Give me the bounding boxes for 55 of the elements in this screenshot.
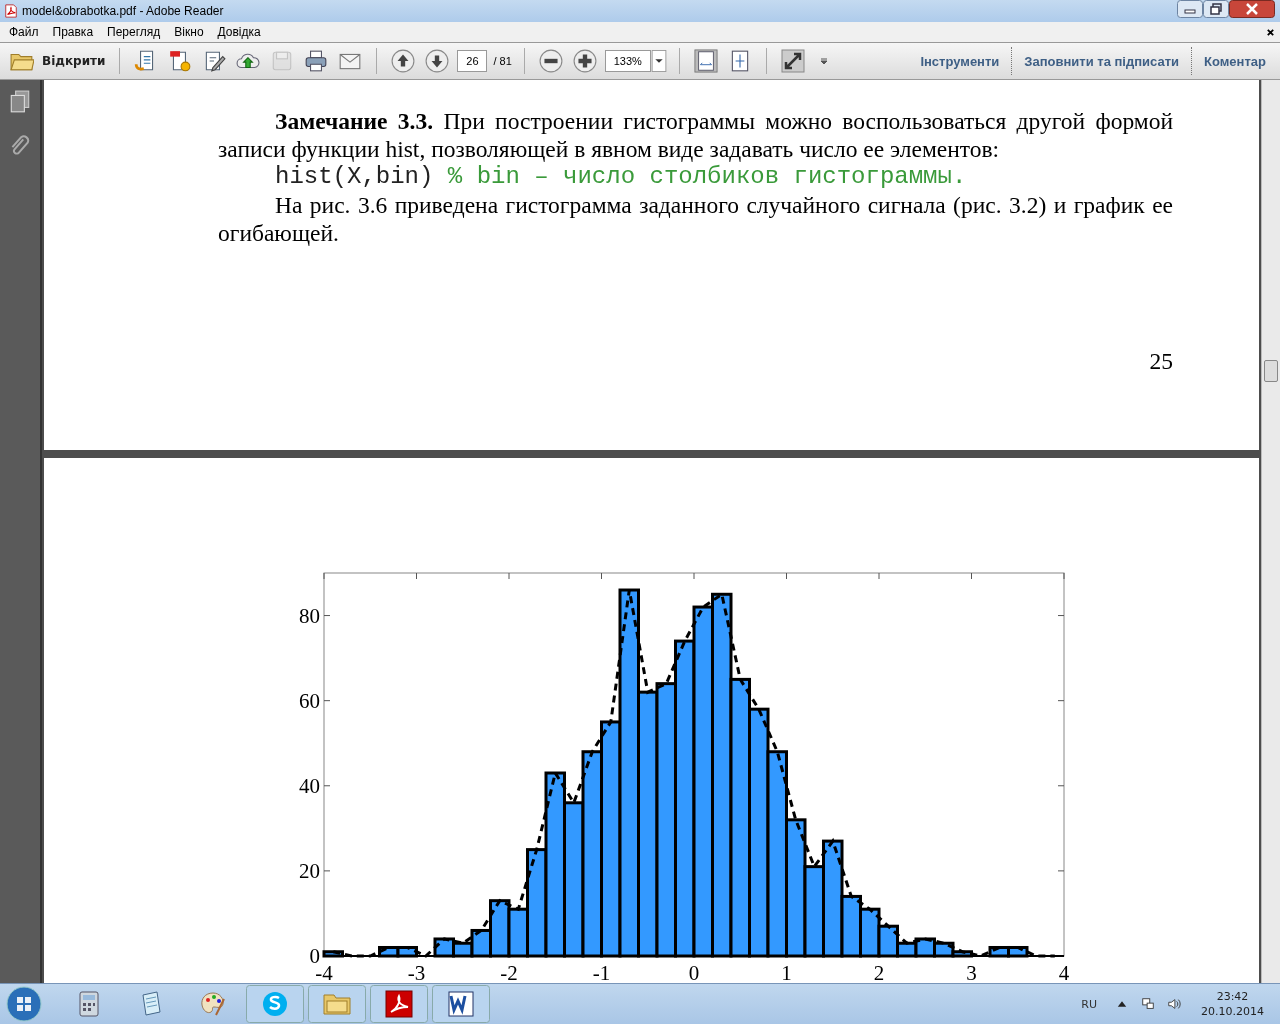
pdf-reader-taskbar-button[interactable]	[370, 985, 428, 1023]
zoom-in-icon[interactable]	[572, 49, 597, 73]
menu-item[interactable]: Правка	[45, 25, 101, 39]
menu-item[interactable]: Файл	[2, 25, 46, 39]
language-indicator[interactable]: RU	[1081, 997, 1097, 1011]
speaker-icon[interactable]	[1167, 997, 1181, 1011]
expand-icon[interactable]	[780, 49, 805, 73]
start-button[interactable]	[4, 984, 44, 1024]
paperclip-icon[interactable]	[9, 134, 31, 158]
clock-time[interactable]: 23:42	[1216, 989, 1249, 1004]
overflow-icon[interactable]	[818, 56, 829, 66]
pdf-file-icon	[4, 3, 18, 19]
x-tick-label: -2	[500, 961, 518, 982]
x-tick-label: 4	[1058, 961, 1070, 982]
y-tick-label: 60	[299, 688, 320, 713]
word-processor-taskbar-button[interactable]	[432, 985, 490, 1023]
x-tick-label: 0	[688, 961, 700, 982]
x-tick-label: -1	[592, 961, 611, 982]
printer-icon[interactable]	[304, 49, 329, 73]
pages-icon[interactable]	[9, 90, 31, 114]
panel-tab[interactable]: Інструменти	[914, 53, 1006, 69]
page-number-field[interactable]: 26	[457, 50, 488, 72]
code-line: hist(X,bin) % bin – число столбиков гистограммы.	[274, 163, 968, 191]
x-tick-label: 3	[966, 961, 977, 982]
menu-item[interactable]: Перегляд	[100, 25, 168, 39]
y-tick-label: 20	[299, 858, 320, 883]
menu-item[interactable]: Вікно	[167, 25, 211, 39]
folder-icon	[10, 51, 34, 71]
page-count: / 81	[493, 55, 512, 67]
close-button[interactable]	[1229, 0, 1275, 18]
x-tick-label: -3	[407, 961, 426, 982]
body-paragraph: На рис. 3.6 приведена гистограмма заданного случайного сигнала (рис. 3.2) и график ее огибающей.	[218, 191, 1173, 247]
zoom-out-icon[interactable]	[538, 49, 563, 73]
y-tick-label: 80	[299, 603, 320, 628]
panel-tab[interactable]: Коментар	[1198, 53, 1272, 69]
restore-button[interactable]	[1203, 0, 1229, 18]
window-title: model&obrabotka.pdf - Adobe Reader	[22, 4, 224, 18]
clock-date[interactable]: 20.10.2014	[1201, 1004, 1264, 1019]
page-number: 25	[1148, 347, 1173, 375]
y-tick-label: 0	[309, 944, 320, 968]
y-tick-label: 40	[299, 773, 320, 798]
open-button[interactable]: Відкрити	[8, 49, 108, 73]
zoom-field[interactable]: 133%	[604, 50, 651, 72]
panel-tab[interactable]: Заповнити та підписати	[1018, 53, 1186, 69]
arrow-up-icon[interactable]	[391, 49, 416, 73]
network-icon[interactable]	[1141, 997, 1155, 1011]
remark-paragraph: Замечание 3.3. При построении гистограммы можно воспользоваться другой формой записи функции hist, позволяющей в явном виде задавать число ее элементов:	[218, 107, 1173, 163]
dropdown-button[interactable]	[650, 50, 667, 72]
menu-item[interactable]: Довідка	[210, 25, 268, 39]
arrow-down-icon[interactable]	[425, 49, 450, 73]
x-tick-label: 1	[781, 961, 792, 982]
scrollbar[interactable]	[1261, 80, 1280, 983]
close-icon[interactable]	[1266, 27, 1275, 37]
x-tick-label: 2	[873, 961, 885, 982]
fit-width-icon[interactable]	[693, 49, 718, 73]
